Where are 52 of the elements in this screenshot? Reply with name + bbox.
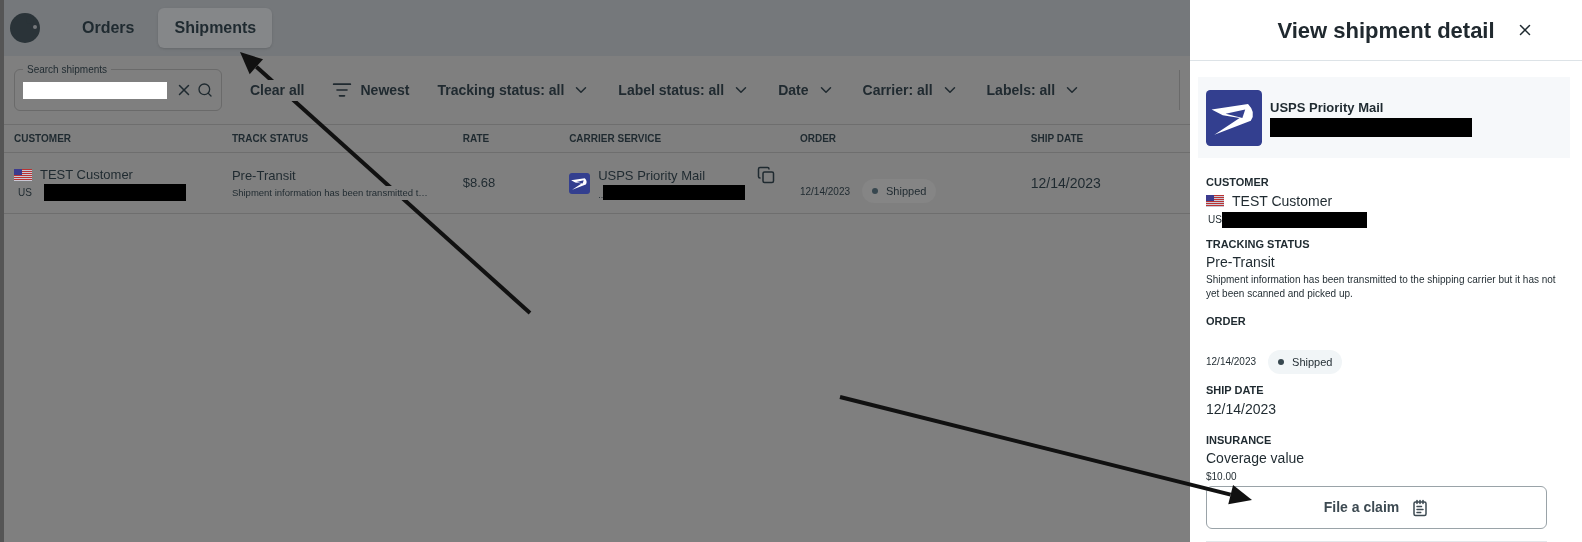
sort-icon [332,80,353,100]
copy-icon[interactable] [757,165,776,184]
status-badge: Shipped [862,178,937,204]
coverage-label: Coverage value [1206,449,1306,468]
country-code: US [1208,213,1222,227]
flag-icon [1206,195,1224,207]
section-heading: CUSTOMER [1206,175,1270,190]
logo-icon [8,11,42,45]
note-icon [1411,498,1430,517]
nav-tab[interactable]: Orders [66,8,151,48]
column-header: CUSTOMER [14,132,73,146]
section-heading: ORDER [1206,314,1247,329]
section-heading: TRACKING STATUS [1206,236,1311,252]
search-icon [197,82,213,98]
nav-tab[interactable]: Shipments [158,8,273,48]
filter-dropdown[interactable]: Label status: all [618,79,751,101]
column-header: RATE [462,132,491,146]
column-header: TRACK STATUS [231,132,310,146]
file-claim-button[interactable]: File a claim [1206,486,1547,529]
filter-dropdown[interactable]: Tracking status: all [437,79,591,101]
order-date: 12/14/2023 [1206,355,1257,370]
column-header: SHIP DATE [1030,132,1085,146]
column-header: CARRIER SERVICE [569,132,663,146]
flag-icon [14,168,32,181]
sort-button[interactable]: Newest [332,79,410,101]
carrier-service: USPS Priority Mail [1270,99,1385,118]
column-header: ORDER [799,132,838,146]
track-detail: Shipment information has been transmitted t… [231,185,428,200]
country-code: US [18,186,32,201]
track-status: Pre-Transit [231,167,297,186]
customer-name: TEST Customer [1232,191,1333,211]
ship-date: 12/14/2023 [1030,173,1102,193]
eagle-logo-icon [1206,89,1262,146]
coverage-value: $10.00 [1206,470,1238,484]
filter-dropdown[interactable]: Carrier: all [862,79,959,101]
customer-name: TEST Customer [40,165,133,184]
section-heading: INSURANCE [1206,432,1273,448]
order-date: 12/14/2023 [799,184,850,199]
status-badge: Shipped [1268,349,1343,374]
clear-all-button[interactable]: Clear all [250,79,305,101]
tracking-description: Shipment information has been transmitted to the shipping carrier but it has not yet been scanned and picked up. [1206,273,1557,301]
tracking-status: Pre-Transit [1206,253,1276,272]
carrier-service: USPS Priority Mail [598,166,707,185]
tracking-prefix: .. [598,190,604,201]
rate-cell-text: $8.68 [462,174,497,193]
filter-dropdown[interactable]: Date [778,79,835,101]
eagle-logo-icon [569,172,591,194]
panel-title: View shipment detail [1277,16,1495,45]
ship-date: 12/14/2023 [1206,399,1278,419]
search-label: Search shipments [23,62,112,77]
section-heading: SHIP DATE [1206,383,1265,398]
filter-dropdown[interactable]: Labels: all [986,79,1082,101]
